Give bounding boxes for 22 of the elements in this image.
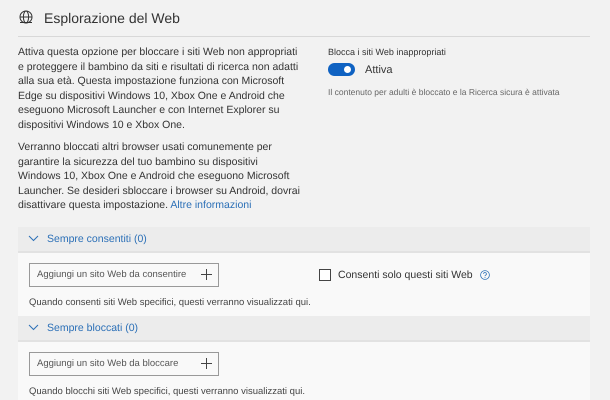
section-header-title[interactable]: Sempre bloccati (0) — [47, 322, 138, 334]
help-icon[interactable] — [480, 270, 490, 280]
checkbox[interactable] — [319, 268, 331, 280]
section-title: Esplorazione del Web — [44, 10, 180, 26]
section-header[interactable]: Sempre bloccati (0) — [18, 316, 590, 342]
empty-list-text: Quando blocchi siti Web specifici, questi verranno visualizzati qui. — [29, 386, 306, 396]
description-text: Verranno bloccati altri browser usati comunemente per garantire la sicurezza del tuo bambino su dispositivi Windows 10, Xbox One e Android che eseguono Microsoft Launcher. Se desideri sbloccare i browser su Android, dovrai disattivare questa impostazione. Altre informazioni — [18, 140, 300, 212]
setting-label: Blocca i siti Web inappropriati — [328, 47, 447, 57]
description-text: Attiva questa opzione per bloccare i siti Web non appropriati e proteggere il bambino da siti e risultati di ricerca non adatti alla sua età. Questa impostazione funziona con Microsoft Edge su dispositivi Windows 10, Xbox One e Android che eseguono Microsoft Launcher e con Internet Explorer su dispositivi Windows 10 e Xbox One. — [18, 45, 300, 132]
more-info-link[interactable]: Altre informazioni — [170, 199, 252, 211]
plus-icon[interactable] — [201, 269, 212, 280]
add-site-field[interactable]: Aggiungi un sito Web da consentire — [29, 262, 219, 286]
setting-note: Il contenuto per adulti è bloccato e la Ricerca sicura è attivata — [328, 87, 560, 97]
globe-icon — [18, 10, 34, 26]
checkbox-label: Consenti solo questi siti Web — [338, 268, 473, 280]
plus-icon[interactable] — [201, 358, 212, 369]
section-header-title[interactable]: Sempre consentiti (0) — [47, 232, 147, 244]
toggle-switch[interactable] — [328, 63, 355, 76]
toggle-label: Attiva — [365, 64, 393, 76]
add-site-field[interactable]: Aggiungi un sito Web da bloccare — [29, 352, 219, 376]
section-header[interactable]: Sempre consentiti (0) — [18, 226, 590, 252]
empty-list-text: Quando consenti siti Web specifici, questi verranno visualizzati qui. — [29, 296, 312, 308]
